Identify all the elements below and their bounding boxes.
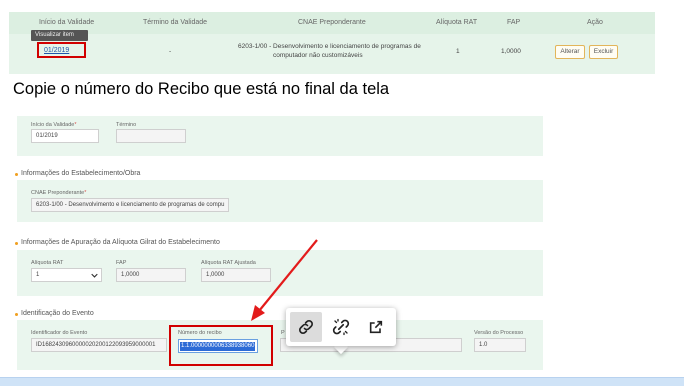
open-external-icon <box>369 320 383 334</box>
unlink-button[interactable] <box>325 312 357 342</box>
link-popup <box>286 308 396 346</box>
open-link-button[interactable] <box>360 312 392 342</box>
link-icon <box>299 320 313 334</box>
bottom-bar <box>0 377 684 386</box>
link-button[interactable] <box>290 312 322 342</box>
unlink-icon <box>332 318 350 336</box>
